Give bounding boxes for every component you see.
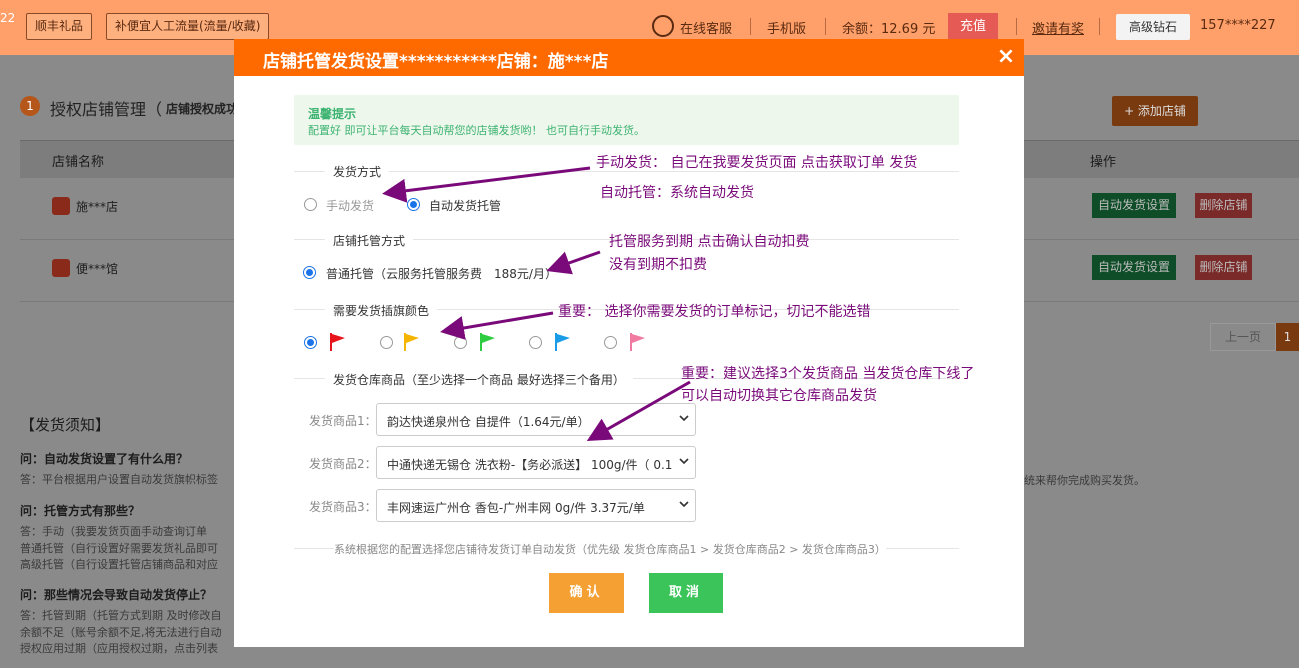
- traffic-button[interactable]: 补便宜人工流量(流量/收藏): [106, 13, 270, 40]
- faq-answer: 答：平台根据用户设置自动发货旗帜标签: [20, 473, 218, 486]
- annotation-hosting-2: 没有到期不扣费: [609, 257, 707, 273]
- blue-flag-icon: [555, 333, 570, 351]
- shop-name: 施***店: [76, 200, 119, 214]
- user-phone[interactable]: 157****227: [1200, 18, 1276, 33]
- auto-ship-setting-button[interactable]: 自动发货设置: [1092, 193, 1176, 218]
- faq-question: 问：那些情况会导致自动发货停止？: [20, 588, 213, 602]
- notice-title: 【发货须知】: [20, 416, 111, 434]
- section-title: 授权店铺管理（: [50, 100, 163, 119]
- shop-icon: [52, 259, 70, 277]
- chevron-down-icon: [679, 415, 689, 422]
- faq-answer: 余额不足（账号余额不足,将无法进行自动: [20, 626, 222, 639]
- manual-ship-label[interactable]: 手动发货: [326, 197, 374, 214]
- chevron-down-icon: [679, 458, 689, 465]
- invite-link[interactable]: 邀请有奖: [1032, 18, 1084, 37]
- goods-1-value: 韵达快递泉州仓 自提件（1.64元/单）: [387, 415, 590, 429]
- faq-answer: 答：手动（我要发货页面手动查询订单: [20, 525, 207, 538]
- normal-hosting-radio[interactable]: [303, 266, 316, 279]
- faq-answer: 普通托管（自行设置好需要发货礼品即可: [20, 542, 218, 555]
- divider: [750, 18, 751, 35]
- flag-blue-radio[interactable]: [529, 336, 542, 349]
- close-icon[interactable]: ×: [994, 44, 1018, 70]
- goods-2-value: 中通快递无锡仓 洗衣粉-【务必派送】 100g/件（ 0.15: [387, 458, 672, 472]
- pink-flag-icon: [630, 333, 645, 351]
- balance-text: 余额：12.69 元: [842, 22, 936, 37]
- goods-2-select[interactable]: 中通快递无锡仓 洗衣粉-【务必派送】 100g/件（ 0.15: [376, 446, 696, 479]
- tip-box: 温馨提示 配置好 即可让平台每天自动帮您的店铺发货哟！ 也可自行手动发货。: [294, 95, 959, 145]
- system-priority-note: 系统根据您的配置选择您店铺待发货订单自动发货（优先级 发货仓库商品1 > 发货仓…: [334, 541, 886, 557]
- tip-text: 配置好 即可让平台每天自动帮您的店铺发货哟！ 也可自行手动发货。: [308, 124, 645, 137]
- faq-question: 问：托管方式有那些？: [20, 504, 141, 518]
- flag-pink-radio[interactable]: [604, 336, 617, 349]
- annotation-goods-1: 重要：建议选择3个发货商品 当发货仓库下线了: [681, 366, 975, 382]
- delete-shop-button[interactable]: 删除店铺: [1195, 255, 1252, 280]
- annotation-auto: 自动托管：系统自动发货: [600, 185, 754, 201]
- goods-1-select[interactable]: 韵达快递泉州仓 自提件（1.64元/单）: [376, 403, 696, 436]
- goods-3-value: 丰网速运广州仓 香包-广州丰网 0g/件 3.37元/单: [387, 501, 645, 515]
- flag-red-radio[interactable]: [304, 336, 317, 349]
- manual-ship-radio[interactable]: [304, 198, 317, 211]
- annotation-manual: 手动发货： 自己在我要发货页面 点击获取订单 发货: [596, 155, 918, 171]
- divider: [1016, 18, 1017, 35]
- goods-3-select[interactable]: 丰网速运广州仓 香包-广州丰网 0g/件 3.37元/单: [376, 489, 696, 522]
- mobile-link[interactable]: 手机版: [767, 18, 806, 37]
- section-flag-color: 需要发货插旗颜色: [325, 302, 438, 319]
- section-number: 1: [20, 96, 40, 116]
- goods-1-label: 发货商品1：: [309, 414, 377, 428]
- annotation-goods-2: 可以自动切换其它仓库商品发货: [681, 388, 877, 404]
- auto-ship-radio[interactable]: [407, 198, 420, 211]
- faq-answer: 答：托管到期（托管方式到期 及时修改自: [20, 609, 222, 622]
- annotation-flag: 重要： 选择你需要发货的订单标记，切记不能选错: [558, 304, 871, 320]
- red-flag-icon: [330, 333, 345, 351]
- faq-answer: 高级托管（自行设置托管店铺商品和对应: [20, 558, 218, 571]
- chevron-down-icon: [679, 501, 689, 508]
- goods-3-label: 发货商品3：: [309, 500, 377, 514]
- tip-title: 温馨提示: [308, 107, 357, 121]
- modal-title: 店铺托管发货设置***********店铺：施***店: [263, 52, 609, 72]
- section-warehouse-goods: 发货仓库商品（至少选择一个商品 最好选择三个备用）: [325, 371, 633, 388]
- top-left-number: 22: [0, 11, 16, 25]
- add-shop-button[interactable]: + 添加店铺: [1112, 96, 1198, 126]
- yellow-flag-icon: [404, 333, 419, 351]
- recharge-button[interactable]: 充值: [948, 13, 998, 41]
- divider: [1099, 18, 1100, 35]
- pager-current-page[interactable]: 1: [1276, 323, 1299, 351]
- shipping-settings-modal: 店铺托管发货设置***********店铺：施***店 × 温馨提示 配置好 即…: [234, 39, 1024, 647]
- gift-button[interactable]: 顺丰礼品: [26, 13, 93, 40]
- goods-2-label: 发货商品2：: [309, 457, 377, 471]
- normal-hosting-label[interactable]: 普通托管（云服务托管服务费 188元/月）: [326, 265, 557, 282]
- section-ship-method: 发货方式: [325, 163, 390, 180]
- online-service-link[interactable]: 在线客服: [680, 18, 732, 37]
- divider: [825, 18, 826, 35]
- shop-icon: [52, 197, 70, 215]
- level-badge[interactable]: 高级钻石: [1116, 14, 1190, 40]
- confirm-button[interactable]: 确认: [549, 573, 624, 613]
- green-flag-icon: [480, 333, 495, 351]
- chat-icon[interactable]: [652, 15, 674, 37]
- cancel-button[interactable]: 取消: [649, 573, 723, 613]
- faq-answer-tail: 统来帮你完成购买发货。: [1024, 474, 1145, 487]
- delete-shop-button[interactable]: 删除店铺: [1195, 193, 1252, 218]
- section-hosting-method: 店铺托管方式: [325, 232, 414, 249]
- modal-header: 店铺托管发货设置***********店铺：施***店 ×: [234, 39, 1024, 76]
- column-operations: 操作: [1090, 155, 1117, 170]
- flag-yellow-radio[interactable]: [380, 336, 393, 349]
- pager-prev-button[interactable]: 上一页: [1210, 323, 1276, 351]
- shop-name: 便***馆: [76, 262, 119, 276]
- annotation-hosting-1: 托管服务到期 点击确认自动扣费: [609, 234, 810, 250]
- auto-ship-setting-button[interactable]: 自动发货设置: [1092, 255, 1176, 280]
- faq-question: 问：自动发货设置了有什么用？: [20, 452, 189, 466]
- column-shop-name: 店铺名称: [52, 155, 105, 170]
- faq-answer: 授权应用过期（应用授权过期，点击列表: [20, 642, 218, 655]
- flag-green-radio[interactable]: [454, 336, 467, 349]
- auto-ship-label[interactable]: 自动发货托管: [429, 197, 501, 214]
- section-subtitle: 店铺授权成功: [166, 102, 236, 116]
